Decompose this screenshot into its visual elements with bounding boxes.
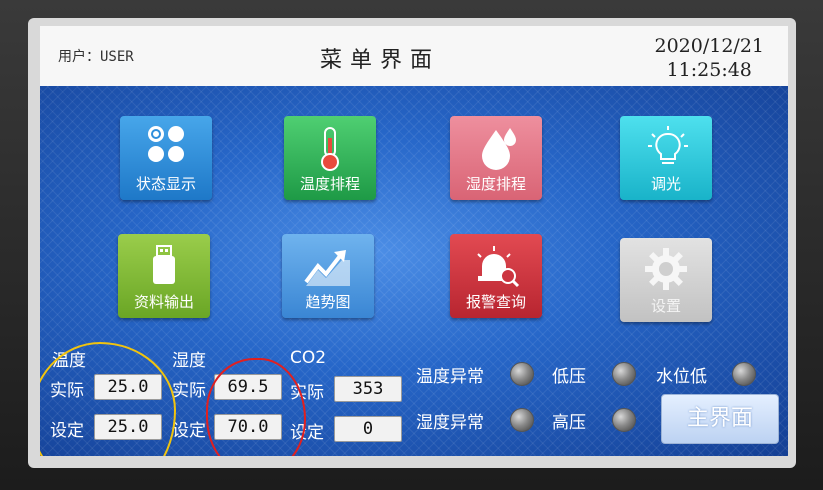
temp-abnormal-indicator (510, 362, 534, 386)
menu-label: 设置 (650, 297, 681, 315)
menu-label: 状态显示 (135, 175, 196, 193)
co2-actual-value: 353 (334, 376, 402, 402)
menu-tile-data-export[interactable]: 资料输出 (118, 234, 210, 318)
thermometer-icon (321, 127, 339, 171)
co2-title: CO2 (290, 348, 327, 368)
humidity-abnormal-indicator (510, 408, 534, 432)
high-pressure-indicator (612, 408, 636, 432)
menu-tile-settings[interactable]: 设置 (620, 238, 712, 322)
yellow-annotation-circle (40, 342, 176, 456)
trend-chart-icon (304, 250, 350, 286)
four-circles-icon (148, 126, 184, 162)
time-text: 11:25:48 (666, 59, 752, 81)
menu-label: 资料输出 (133, 293, 194, 311)
title-bar: 用户：USER 菜单界面 2020/12/21 11:25:48 (40, 26, 788, 87)
humidity-abnormal-label: 湿度异常 (416, 413, 484, 433)
co2-set-value[interactable]: 0 (334, 416, 402, 442)
alarm-search-icon (477, 246, 520, 288)
red-annotation-circle (206, 358, 306, 456)
menu-tile-dimming[interactable]: 调光 (620, 116, 712, 200)
hmi-screen: 用户：USER 菜单界面 2020/12/21 11:25:48 状态显示 温度… (40, 26, 788, 456)
menu-tile-temp-schedule[interactable]: 温度排程 (284, 116, 376, 200)
menu-tile-alarm-query[interactable]: 报警查询 (450, 234, 542, 318)
menu-label: 调光 (650, 175, 681, 193)
low-water-indicator (732, 362, 756, 386)
menu-tile-status[interactable]: 状态显示 (120, 116, 212, 200)
main-screen-button[interactable]: 主界面 (661, 394, 779, 444)
page-title: 菜单界面 (320, 48, 441, 73)
low-water-label: 水位低 (656, 367, 707, 387)
menu-label: 报警查询 (465, 293, 526, 311)
menu-label: 温度排程 (299, 175, 360, 193)
menu-tile-humidity-schedule[interactable]: 湿度排程 (450, 116, 542, 200)
humidity-actual-label: 实际 (172, 381, 206, 401)
menu-label: 湿度排程 (465, 175, 526, 193)
water-drops-icon (482, 128, 516, 170)
high-pressure-label: 高压 (552, 413, 586, 433)
temp-abnormal-label: 温度异常 (416, 367, 484, 387)
low-pressure-indicator (612, 362, 636, 386)
gear-icon (645, 248, 687, 290)
datetime: 2020/12/21 11:25:48 (654, 34, 764, 82)
menu-tile-trend-chart[interactable]: 趋势图 (282, 234, 374, 318)
low-pressure-label: 低压 (552, 367, 586, 387)
humidity-title: 湿度 (172, 351, 206, 371)
menu-label: 趋势图 (305, 293, 351, 311)
user-label: 用户：USER (58, 49, 134, 65)
menu-area: 状态显示 温度排程 湿度排程 调光 资料输出 趋势图 报警查询 设置 温度 实际… (40, 86, 788, 456)
date-text: 2020/12/21 (654, 35, 764, 57)
humidity-set-label: 设定 (172, 421, 206, 441)
usb-drive-icon (153, 245, 175, 284)
light-bulb-icon (648, 126, 688, 164)
